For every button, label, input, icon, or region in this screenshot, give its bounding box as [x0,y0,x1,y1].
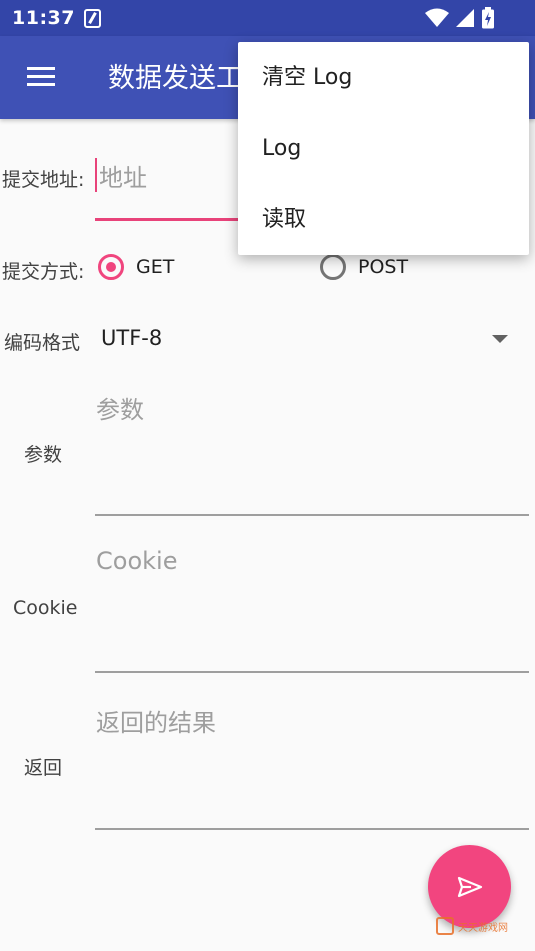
url-input[interactable]: 地址 [99,158,147,193]
app-notification-icon [83,8,101,28]
app-screen: 11:37 数据发送工具 提交地址: 地址 提交方式: GET POST 编码格… [0,0,535,951]
battery-charging-icon [482,7,494,29]
cookie-label: Cookie [13,597,78,619]
cookie-input[interactable]: Cookie [96,547,177,575]
radio-get-label: GET [136,256,175,278]
result-output-underline [95,828,529,830]
text-cursor [95,158,97,192]
radio-post-circle [320,254,346,280]
watermark-text: 天天游戏网 [458,922,508,934]
status-bar: 11:37 [0,0,535,36]
params-label: 参数 [24,444,63,466]
menu-item-clear-log[interactable]: 清空 Log [238,42,529,113]
watermark: 天天游戏网 [436,917,508,935]
overflow-menu: 清空 Log Log 读取 [238,42,529,255]
radio-get[interactable]: GET [98,254,174,280]
send-icon [457,876,482,897]
params-input[interactable]: 参数 [96,390,144,425]
encoding-spinner[interactable]: UTF-8 [98,320,518,360]
encoding-label: 编码格式 [4,332,81,354]
watermark-logo-icon [436,917,454,935]
wifi-icon [425,8,449,27]
menu-item-read[interactable]: 读取 [238,184,529,255]
method-label: 提交方式: [2,261,85,283]
radio-post[interactable]: POST [320,254,408,280]
menu-item-log[interactable]: Log [238,113,529,184]
dropdown-arrow-icon [492,335,508,343]
radio-get-circle [98,254,124,280]
status-time: 11:37 [12,7,75,29]
cookie-input-underline [95,671,529,673]
status-icons [425,7,495,29]
hamburger-menu-icon[interactable] [27,67,55,87]
params-input-underline [95,514,529,516]
cell-signal-icon [456,9,474,27]
send-button[interactable] [428,845,511,928]
result-label: 返回 [24,757,63,779]
url-label: 提交地址: [2,169,85,191]
result-output[interactable]: 返回的结果 [96,703,216,738]
radio-post-label: POST [358,256,409,278]
url-input-underline [95,218,238,221]
encoding-value: UTF-8 [101,326,163,350]
